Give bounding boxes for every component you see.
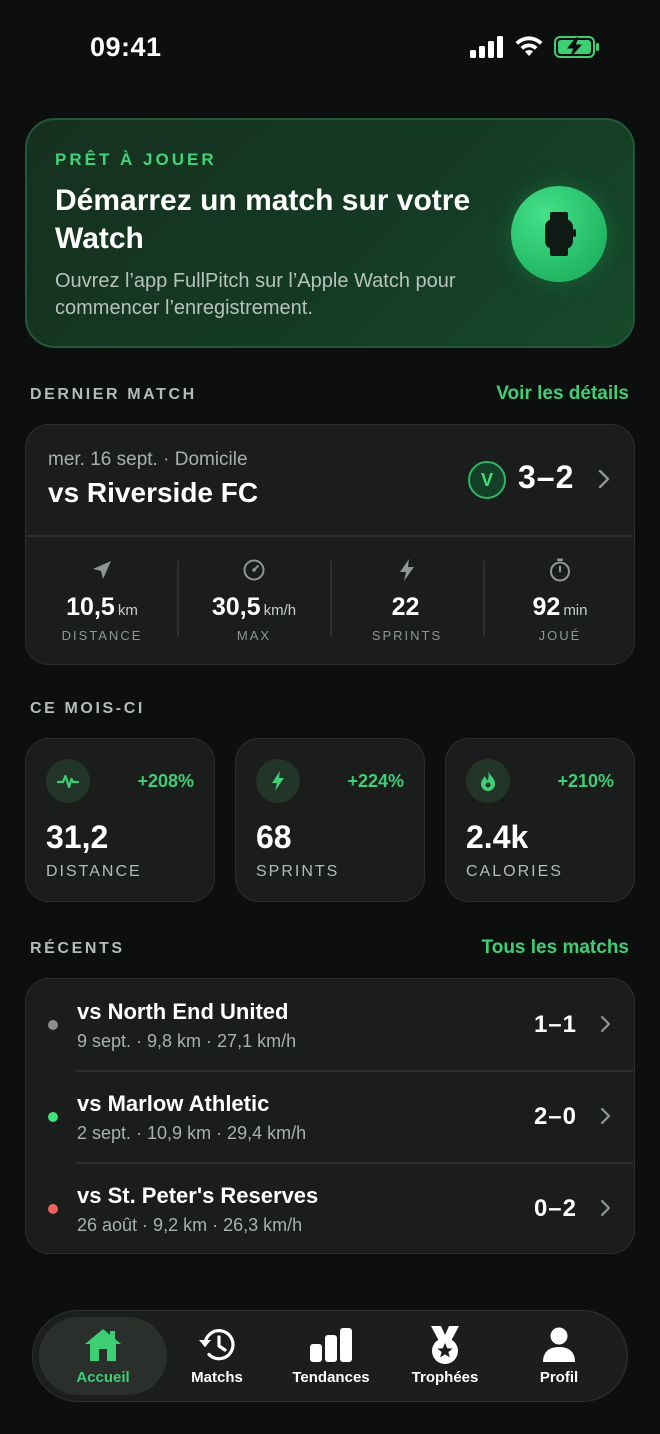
start-watch-button[interactable] [511, 186, 607, 282]
hero-subtitle: Ouvrez l’app FullPitch sur l’Apple Watch… [55, 270, 456, 319]
stat-played: 92 min JOUÉ [484, 557, 636, 647]
status-time: 09:41 [90, 32, 162, 62]
month-label: DISTANCE [46, 863, 142, 880]
stat-value: 10,5 [66, 593, 115, 621]
month-card-icon-wrap [46, 759, 90, 803]
tab-label: Trophées [411, 1369, 479, 1386]
month-change: +210% [557, 771, 614, 791]
speedometer-icon [243, 559, 265, 581]
recent-match-row[interactable]: vs North End United 9 sept. · 9,8 km · 2… [26, 979, 633, 1071]
bolt-icon [272, 771, 284, 791]
history-icon [199, 1329, 235, 1361]
stopwatch-icon [550, 558, 570, 582]
tab-label: Matchs [191, 1369, 243, 1386]
tab-trophees[interactable]: Trophées [381, 1317, 509, 1395]
month-label: CALORIES [466, 863, 563, 880]
row-score: 2–0 [533, 1103, 577, 1130]
recent-match-row[interactable]: vs Marlow Athletic 2 sept. · 10,9 km · 2… [26, 1071, 633, 1163]
last-match-card[interactable]: mer. 16 sept. · Domicile vs Riverside FC… [25, 424, 635, 665]
month-value: 2.4k [466, 819, 529, 855]
row-opponent: vs North End United [77, 999, 289, 1024]
match-date-venue: mer. 16 sept. · Domicile [48, 449, 248, 470]
result-dot [48, 1112, 58, 1122]
recent-section-title: RÉCENTS [30, 940, 125, 957]
stat-unit: km [117, 602, 138, 619]
row-meta: 2 sept. · 10,9 km · 29,4 km/h [77, 1123, 307, 1143]
hero-eyebrow: PRÊT À JOUER [55, 150, 217, 169]
chevron-right-icon [600, 1199, 611, 1217]
row-score: 0–2 [533, 1195, 577, 1222]
person-icon [543, 1327, 575, 1362]
stat-max-speed: 30,5 km/h MAX [178, 557, 330, 647]
stat-value: 92 [532, 593, 561, 621]
month-card-calories[interactable]: +210% 2.4k CALORIES [445, 738, 635, 902]
row-score: 1–1 [533, 1011, 577, 1038]
tab-profil[interactable]: Profil [495, 1317, 623, 1395]
home-icon [85, 1329, 121, 1361]
month-value: 31,2 [46, 819, 109, 855]
status-bar: 09:41 [0, 0, 660, 96]
match-score: 3–2 [518, 459, 575, 495]
hero-title: Démarrez un match sur votre Watch [55, 184, 471, 255]
month-change: +208% [137, 771, 194, 791]
stat-label: SPRINTS [371, 628, 443, 643]
tab-bar: Accueil Matchs Tendances Trophées Profil [32, 1310, 628, 1402]
tab-accueil[interactable]: Accueil [39, 1317, 167, 1395]
last-match-section-title: DERNIER MATCH [30, 386, 197, 403]
bolt-icon [400, 559, 414, 581]
month-value: 68 [256, 819, 292, 855]
wifi-icon [515, 36, 543, 56]
chevron-right-icon [600, 1015, 611, 1033]
tab-label: Tendances [292, 1369, 370, 1386]
month-card-sprints[interactable]: +224% 68 SPRINTS [235, 738, 425, 902]
tab-tendances[interactable]: Tendances [267, 1317, 395, 1395]
cellular-signal-icon [470, 36, 503, 58]
view-details-link[interactable]: Voir les détails [496, 383, 629, 405]
month-label: SPRINTS [256, 863, 340, 880]
tab-matchs[interactable]: Matchs [153, 1317, 281, 1395]
pulse-icon [57, 774, 79, 789]
month-card-icon-wrap [466, 759, 510, 803]
stat-label: MAX [236, 628, 272, 643]
bar-chart-icon [310, 1328, 352, 1362]
tab-label: Profil [539, 1369, 579, 1386]
month-card-icon-wrap [256, 759, 300, 803]
stat-unit: km/h [263, 602, 297, 619]
recent-matches-list: vs North End United 9 sept. · 9,8 km · 2… [25, 978, 635, 1254]
battery-charging-icon [554, 36, 599, 58]
stat-label: JOUÉ [538, 628, 582, 643]
result-dot [48, 1020, 58, 1030]
row-meta: 26 août · 9,2 km · 26,3 km/h [77, 1215, 303, 1235]
stat-distance: 10,5 km DISTANCE [26, 557, 178, 647]
match-opponent: vs Riverside FC [48, 477, 259, 508]
status-icons [470, 36, 600, 58]
card-divider [26, 535, 633, 537]
medal-icon [431, 1326, 459, 1364]
month-change: +224% [347, 771, 404, 791]
result-badge: V [468, 461, 506, 499]
location-arrow-icon [93, 561, 111, 579]
stat-sprints: 22 SPRINTS [331, 557, 483, 647]
start-match-card[interactable]: PRÊT À JOUER Démarrez un match sur votre… [25, 118, 635, 348]
month-card-distance[interactable]: +208% 31,2 DISTANCE [25, 738, 215, 902]
row-meta: 9 sept. · 9,8 km · 27,1 km/h [77, 1031, 297, 1051]
flame-icon [481, 771, 495, 791]
watch-icon [545, 212, 576, 256]
this-month-section-title: CE MOIS-CI [30, 700, 145, 717]
row-opponent: vs St. Peter's Reserves [77, 1183, 319, 1208]
recent-match-row[interactable]: vs St. Peter's Reserves 26 août · 9,2 km… [26, 1163, 633, 1255]
stat-label: DISTANCE [61, 628, 143, 643]
stat-unit: min [563, 602, 588, 619]
result-dot [48, 1204, 58, 1214]
all-matches-link[interactable]: Tous les matchs [482, 937, 629, 959]
row-opponent: vs Marlow Athletic [77, 1091, 270, 1116]
tab-label: Accueil [76, 1369, 130, 1386]
stat-value: 30,5 [211, 593, 261, 621]
chevron-right-icon [600, 1107, 611, 1125]
chevron-right-icon [598, 469, 610, 489]
stat-value: 22 [391, 593, 420, 621]
